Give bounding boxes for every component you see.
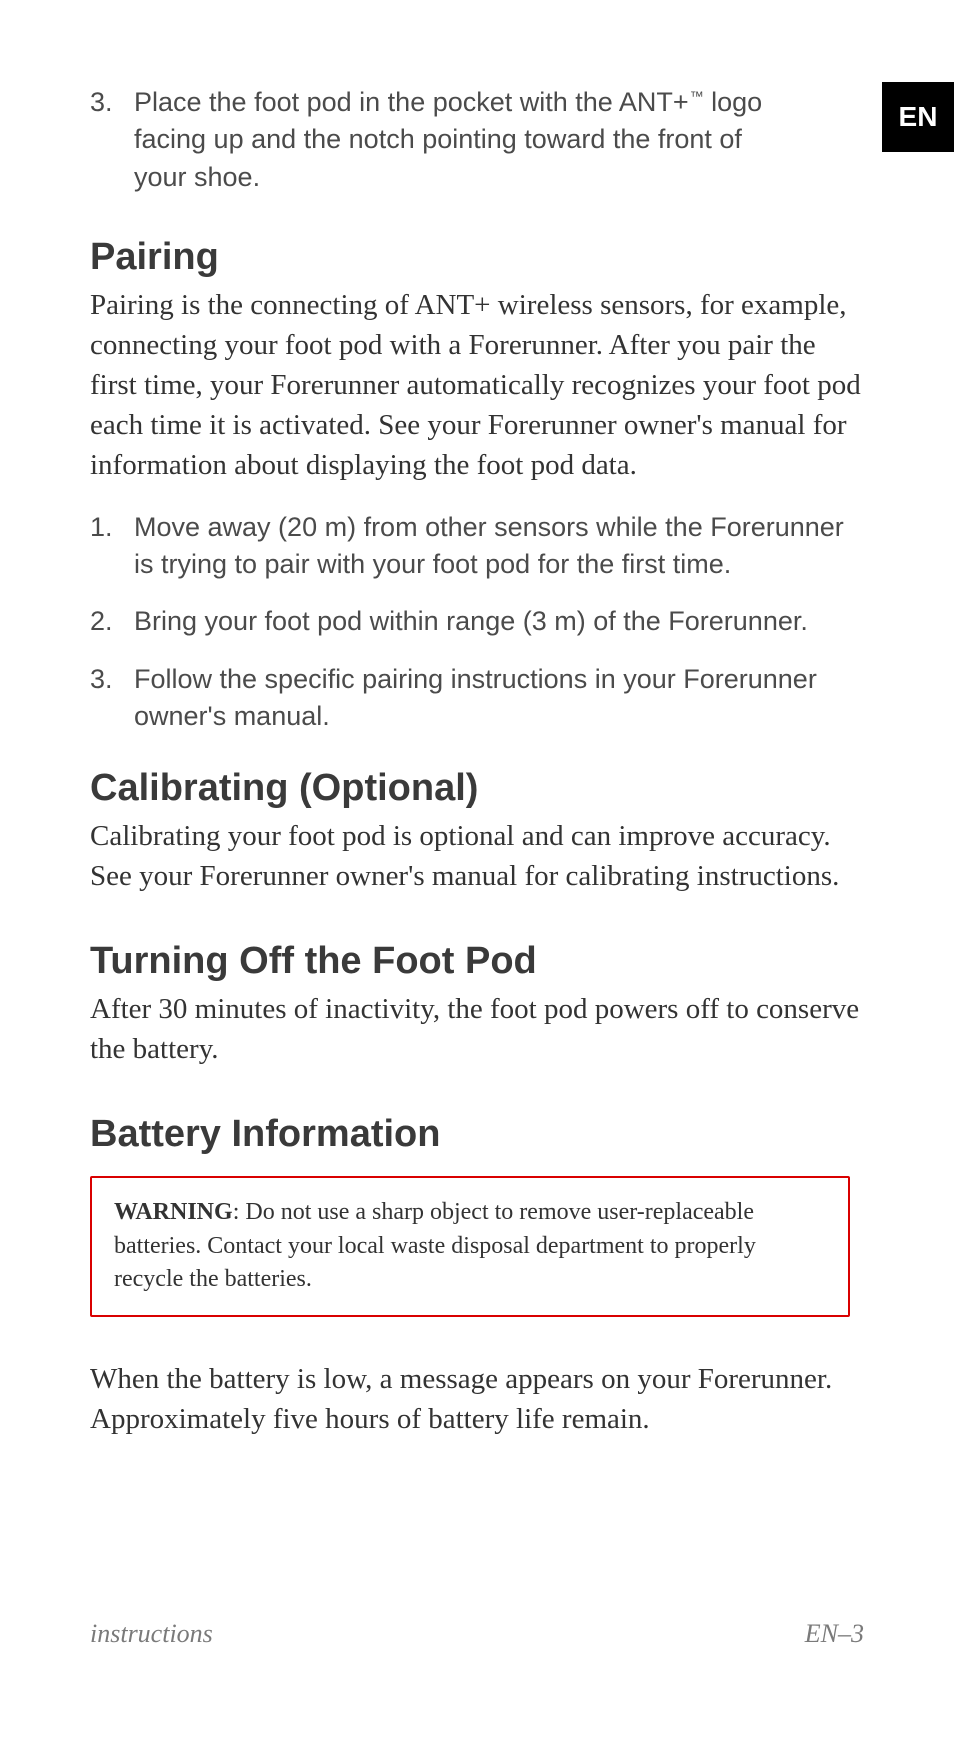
pairing-heading: Pairing xyxy=(90,236,864,279)
pairing-step-1: 1. Move away (20 m) from other sensors w… xyxy=(90,509,864,584)
turning-off-heading: Turning Off the Foot Pod xyxy=(90,940,864,983)
step-text: Bring your foot pod within range (3 m) o… xyxy=(134,603,818,640)
calibrating-heading: Calibrating (Optional) xyxy=(90,767,864,810)
step-number: 1. xyxy=(90,509,134,584)
warning-box: WARNING: Do not use a sharp object to re… xyxy=(90,1176,850,1317)
footer-right: EN–3 xyxy=(805,1619,864,1649)
instruction-step-3: 3. Place the foot pod in the pocket with… xyxy=(90,84,864,196)
step-number: 3. xyxy=(90,84,134,196)
pairing-step-2: 2. Bring your foot pod within range (3 m… xyxy=(90,603,864,640)
step-text: Follow the specific pairing instructions… xyxy=(134,661,864,736)
battery-heading: Battery Information xyxy=(90,1113,864,1156)
language-tab: EN xyxy=(882,82,954,152)
trademark-symbol: ™ xyxy=(690,88,704,104)
step-text: Move away (20 m) from other sensors whil… xyxy=(134,509,864,584)
calibrating-body: Calibrating your foot pod is optional an… xyxy=(90,816,864,896)
step-number: 2. xyxy=(90,603,134,640)
pairing-step-3: 3. Follow the specific pairing instructi… xyxy=(90,661,864,736)
warning-text: WARNING: Do not use a sharp object to re… xyxy=(114,1196,826,1297)
turning-off-body: After 30 minutes of inactivity, the foot… xyxy=(90,989,864,1069)
step-text-a: Place the foot pod in the pocket with th… xyxy=(134,87,689,117)
pairing-steps: 1. Move away (20 m) from other sensors w… xyxy=(90,509,864,735)
footer-left: instructions xyxy=(90,1619,213,1649)
page-footer: instructions EN–3 xyxy=(90,1619,864,1649)
step-text: Place the foot pod in the pocket with th… xyxy=(134,84,864,196)
battery-body: When the battery is low, a message appea… xyxy=(90,1359,864,1439)
warning-label: WARNING xyxy=(114,1199,233,1225)
step-number: 3. xyxy=(90,661,134,736)
pairing-body: Pairing is the connecting of ANT+ wirele… xyxy=(90,285,864,485)
